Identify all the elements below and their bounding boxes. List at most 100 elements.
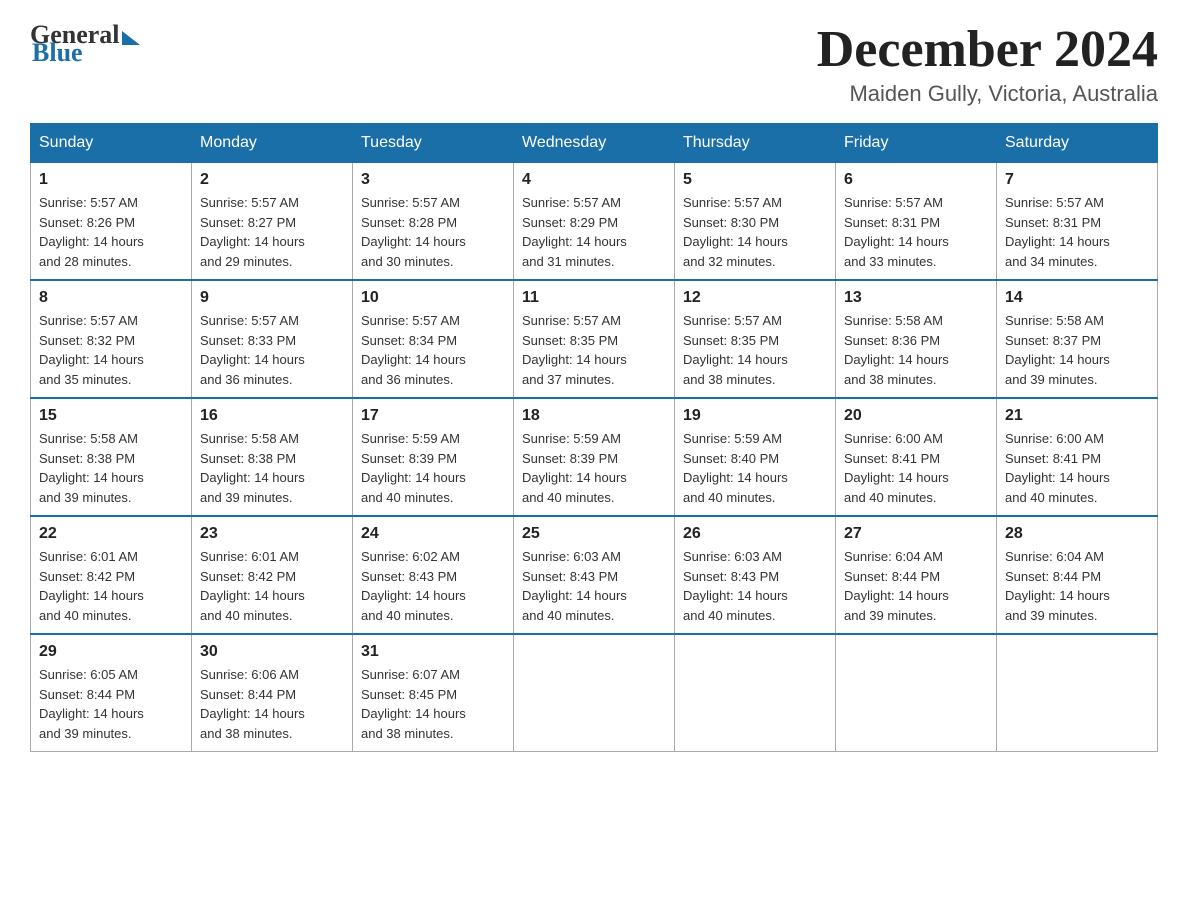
- day-number-26: 26: [683, 525, 827, 543]
- day-number-31: 31: [361, 643, 505, 661]
- day-number-23: 23: [200, 525, 344, 543]
- day-info-15: Sunrise: 5:58 AMSunset: 8:38 PMDaylight:…: [39, 429, 183, 507]
- logo: General Blue: [30, 20, 140, 68]
- day-info-21: Sunrise: 6:00 AMSunset: 8:41 PMDaylight:…: [1005, 429, 1149, 507]
- day-info-28: Sunrise: 6:04 AMSunset: 8:44 PMDaylight:…: [1005, 547, 1149, 625]
- day-info-13: Sunrise: 5:58 AMSunset: 8:36 PMDaylight:…: [844, 311, 988, 389]
- day-cell-2: 2 Sunrise: 5:57 AMSunset: 8:27 PMDaylight…: [192, 163, 353, 281]
- day-info-8: Sunrise: 5:57 AMSunset: 8:32 PMDaylight:…: [39, 311, 183, 389]
- day-info-1: Sunrise: 5:57 AMSunset: 8:26 PMDaylight:…: [39, 193, 183, 271]
- page-header: General Blue December 2024 Maiden Gully,…: [30, 20, 1158, 107]
- day-number-15: 15: [39, 407, 183, 425]
- day-cell-17: 17Sunrise: 5:59 AMSunset: 8:39 PMDayligh…: [353, 398, 514, 516]
- day-info-26: Sunrise: 6:03 AMSunset: 8:43 PMDaylight:…: [683, 547, 827, 625]
- day-number-11: 11: [522, 289, 666, 307]
- day-info-29: Sunrise: 6:05 AMSunset: 8:44 PMDaylight:…: [39, 665, 183, 743]
- calendar-week-3: 15 Sunrise: 5:58 AMSunset: 8:38 PMDayligh…: [31, 398, 1158, 516]
- day-number-2: 2: [200, 171, 344, 189]
- day-number-29: 29: [39, 643, 183, 661]
- day-number-21: 21: [1005, 407, 1149, 425]
- header-tuesday: Tuesday: [353, 124, 514, 163]
- day-info-30: Sunrise: 6:06 AMSunset: 8:44 PMDaylight:…: [200, 665, 344, 743]
- day-number-22: 22: [39, 525, 183, 543]
- day-number-28: 28: [1005, 525, 1149, 543]
- day-cell-18: 18 Sunrise: 5:59 AMSunset: 8:39 PMDayligh…: [514, 398, 675, 516]
- day-number-4: 4: [522, 171, 666, 189]
- day-cell-11: 11Sunrise: 5:57 AMSunset: 8:35 PMDayligh…: [514, 280, 675, 398]
- day-number-30: 30: [200, 643, 344, 661]
- empty-cell: [675, 634, 836, 752]
- day-info-12: Sunrise: 5:57 AMSunset: 8:35 PMDaylight:…: [683, 311, 827, 389]
- day-cell-31: 31 Sunrise: 6:07 AMSunset: 8:45 PMDayligh…: [353, 634, 514, 752]
- day-info-2: Sunrise: 5:57 AMSunset: 8:27 PMDaylight:…: [200, 193, 344, 271]
- header-friday: Friday: [836, 124, 997, 163]
- day-info-23: Sunrise: 6:01 AMSunset: 8:42 PMDaylight:…: [200, 547, 344, 625]
- day-info-16: Sunrise: 5:58 AMSunset: 8:38 PMDaylight:…: [200, 429, 344, 507]
- day-cell-6: 6 Sunrise: 5:57 AMSunset: 8:31 PMDaylight…: [836, 163, 997, 281]
- day-info-20: Sunrise: 6:00 AMSunset: 8:41 PMDaylight:…: [844, 429, 988, 507]
- location-title: Maiden Gully, Victoria, Australia: [817, 81, 1158, 107]
- day-number-27: 27: [844, 525, 988, 543]
- day-info-25: Sunrise: 6:03 AMSunset: 8:43 PMDaylight:…: [522, 547, 666, 625]
- calendar-header-row: SundayMondayTuesdayWednesdayThursdayFrid…: [31, 124, 1158, 163]
- day-number-7: 7: [1005, 171, 1149, 189]
- header-wednesday: Wednesday: [514, 124, 675, 163]
- day-cell-28: 28 Sunrise: 6:04 AMSunset: 8:44 PMDayligh…: [997, 516, 1158, 634]
- day-cell-15: 15 Sunrise: 5:58 AMSunset: 8:38 PMDayligh…: [31, 398, 192, 516]
- day-info-24: Sunrise: 6:02 AMSunset: 8:43 PMDaylight:…: [361, 547, 505, 625]
- day-cell-14: 14Sunrise: 5:58 AMSunset: 8:37 PMDayligh…: [997, 280, 1158, 398]
- day-info-14: Sunrise: 5:58 AMSunset: 8:37 PMDaylight:…: [1005, 311, 1149, 389]
- day-info-31: Sunrise: 6:07 AMSunset: 8:45 PMDaylight:…: [361, 665, 505, 743]
- day-cell-8: 8Sunrise: 5:57 AMSunset: 8:32 PMDaylight…: [31, 280, 192, 398]
- day-number-13: 13: [844, 289, 988, 307]
- header-saturday: Saturday: [997, 124, 1158, 163]
- day-cell-9: 9Sunrise: 5:57 AMSunset: 8:33 PMDaylight…: [192, 280, 353, 398]
- header-monday: Monday: [192, 124, 353, 163]
- day-info-19: Sunrise: 5:59 AMSunset: 8:40 PMDaylight:…: [683, 429, 827, 507]
- logo-blue-text: Blue: [32, 38, 83, 68]
- day-info-22: Sunrise: 6:01 AMSunset: 8:42 PMDaylight:…: [39, 547, 183, 625]
- day-info-3: Sunrise: 5:57 AMSunset: 8:28 PMDaylight:…: [361, 193, 505, 271]
- day-number-12: 12: [683, 289, 827, 307]
- empty-cell: [836, 634, 997, 752]
- day-cell-3: 3 Sunrise: 5:57 AMSunset: 8:28 PMDaylight…: [353, 163, 514, 281]
- day-info-7: Sunrise: 5:57 AMSunset: 8:31 PMDaylight:…: [1005, 193, 1149, 271]
- day-cell-29: 29 Sunrise: 6:05 AMSunset: 8:44 PMDayligh…: [31, 634, 192, 752]
- day-cell-24: 24Sunrise: 6:02 AMSunset: 8:43 PMDayligh…: [353, 516, 514, 634]
- day-number-25: 25: [522, 525, 666, 543]
- day-cell-19: 19 Sunrise: 5:59 AMSunset: 8:40 PMDayligh…: [675, 398, 836, 516]
- day-cell-5: 5Sunrise: 5:57 AMSunset: 8:30 PMDaylight…: [675, 163, 836, 281]
- day-info-18: Sunrise: 5:59 AMSunset: 8:39 PMDaylight:…: [522, 429, 666, 507]
- day-cell-12: 12 Sunrise: 5:57 AMSunset: 8:35 PMDayligh…: [675, 280, 836, 398]
- calendar-week-4: 22 Sunrise: 6:01 AMSunset: 8:42 PMDayligh…: [31, 516, 1158, 634]
- calendar-week-2: 8Sunrise: 5:57 AMSunset: 8:32 PMDaylight…: [31, 280, 1158, 398]
- day-number-19: 19: [683, 407, 827, 425]
- day-info-4: Sunrise: 5:57 AMSunset: 8:29 PMDaylight:…: [522, 193, 666, 271]
- day-number-20: 20: [844, 407, 988, 425]
- day-cell-13: 13 Sunrise: 5:58 AMSunset: 8:36 PMDayligh…: [836, 280, 997, 398]
- day-info-27: Sunrise: 6:04 AMSunset: 8:44 PMDaylight:…: [844, 547, 988, 625]
- calendar-week-5: 29 Sunrise: 6:05 AMSunset: 8:44 PMDayligh…: [31, 634, 1158, 752]
- day-cell-16: 16 Sunrise: 5:58 AMSunset: 8:38 PMDayligh…: [192, 398, 353, 516]
- day-number-6: 6: [844, 171, 988, 189]
- empty-cell: [514, 634, 675, 752]
- title-area: December 2024 Maiden Gully, Victoria, Au…: [817, 20, 1158, 107]
- day-cell-26: 26 Sunrise: 6:03 AMSunset: 8:43 PMDayligh…: [675, 516, 836, 634]
- day-info-6: Sunrise: 5:57 AMSunset: 8:31 PMDaylight:…: [844, 193, 988, 271]
- header-thursday: Thursday: [675, 124, 836, 163]
- day-info-17: Sunrise: 5:59 AMSunset: 8:39 PMDaylight:…: [361, 429, 505, 507]
- day-number-16: 16: [200, 407, 344, 425]
- day-info-10: Sunrise: 5:57 AMSunset: 8:34 PMDaylight:…: [361, 311, 505, 389]
- day-number-10: 10: [361, 289, 505, 307]
- day-number-5: 5: [683, 171, 827, 189]
- day-number-18: 18: [522, 407, 666, 425]
- month-title: December 2024: [817, 20, 1158, 79]
- day-number-3: 3: [361, 171, 505, 189]
- day-cell-4: 4 Sunrise: 5:57 AMSunset: 8:29 PMDaylight…: [514, 163, 675, 281]
- day-cell-22: 22 Sunrise: 6:01 AMSunset: 8:42 PMDayligh…: [31, 516, 192, 634]
- calendar-week-1: 1 Sunrise: 5:57 AMSunset: 8:26 PMDaylight…: [31, 163, 1158, 281]
- calendar-table: SundayMondayTuesdayWednesdayThursdayFrid…: [30, 123, 1158, 752]
- day-cell-21: 21 Sunrise: 6:00 AMSunset: 8:41 PMDayligh…: [997, 398, 1158, 516]
- day-number-1: 1: [39, 171, 183, 189]
- day-cell-27: 27 Sunrise: 6:04 AMSunset: 8:44 PMDayligh…: [836, 516, 997, 634]
